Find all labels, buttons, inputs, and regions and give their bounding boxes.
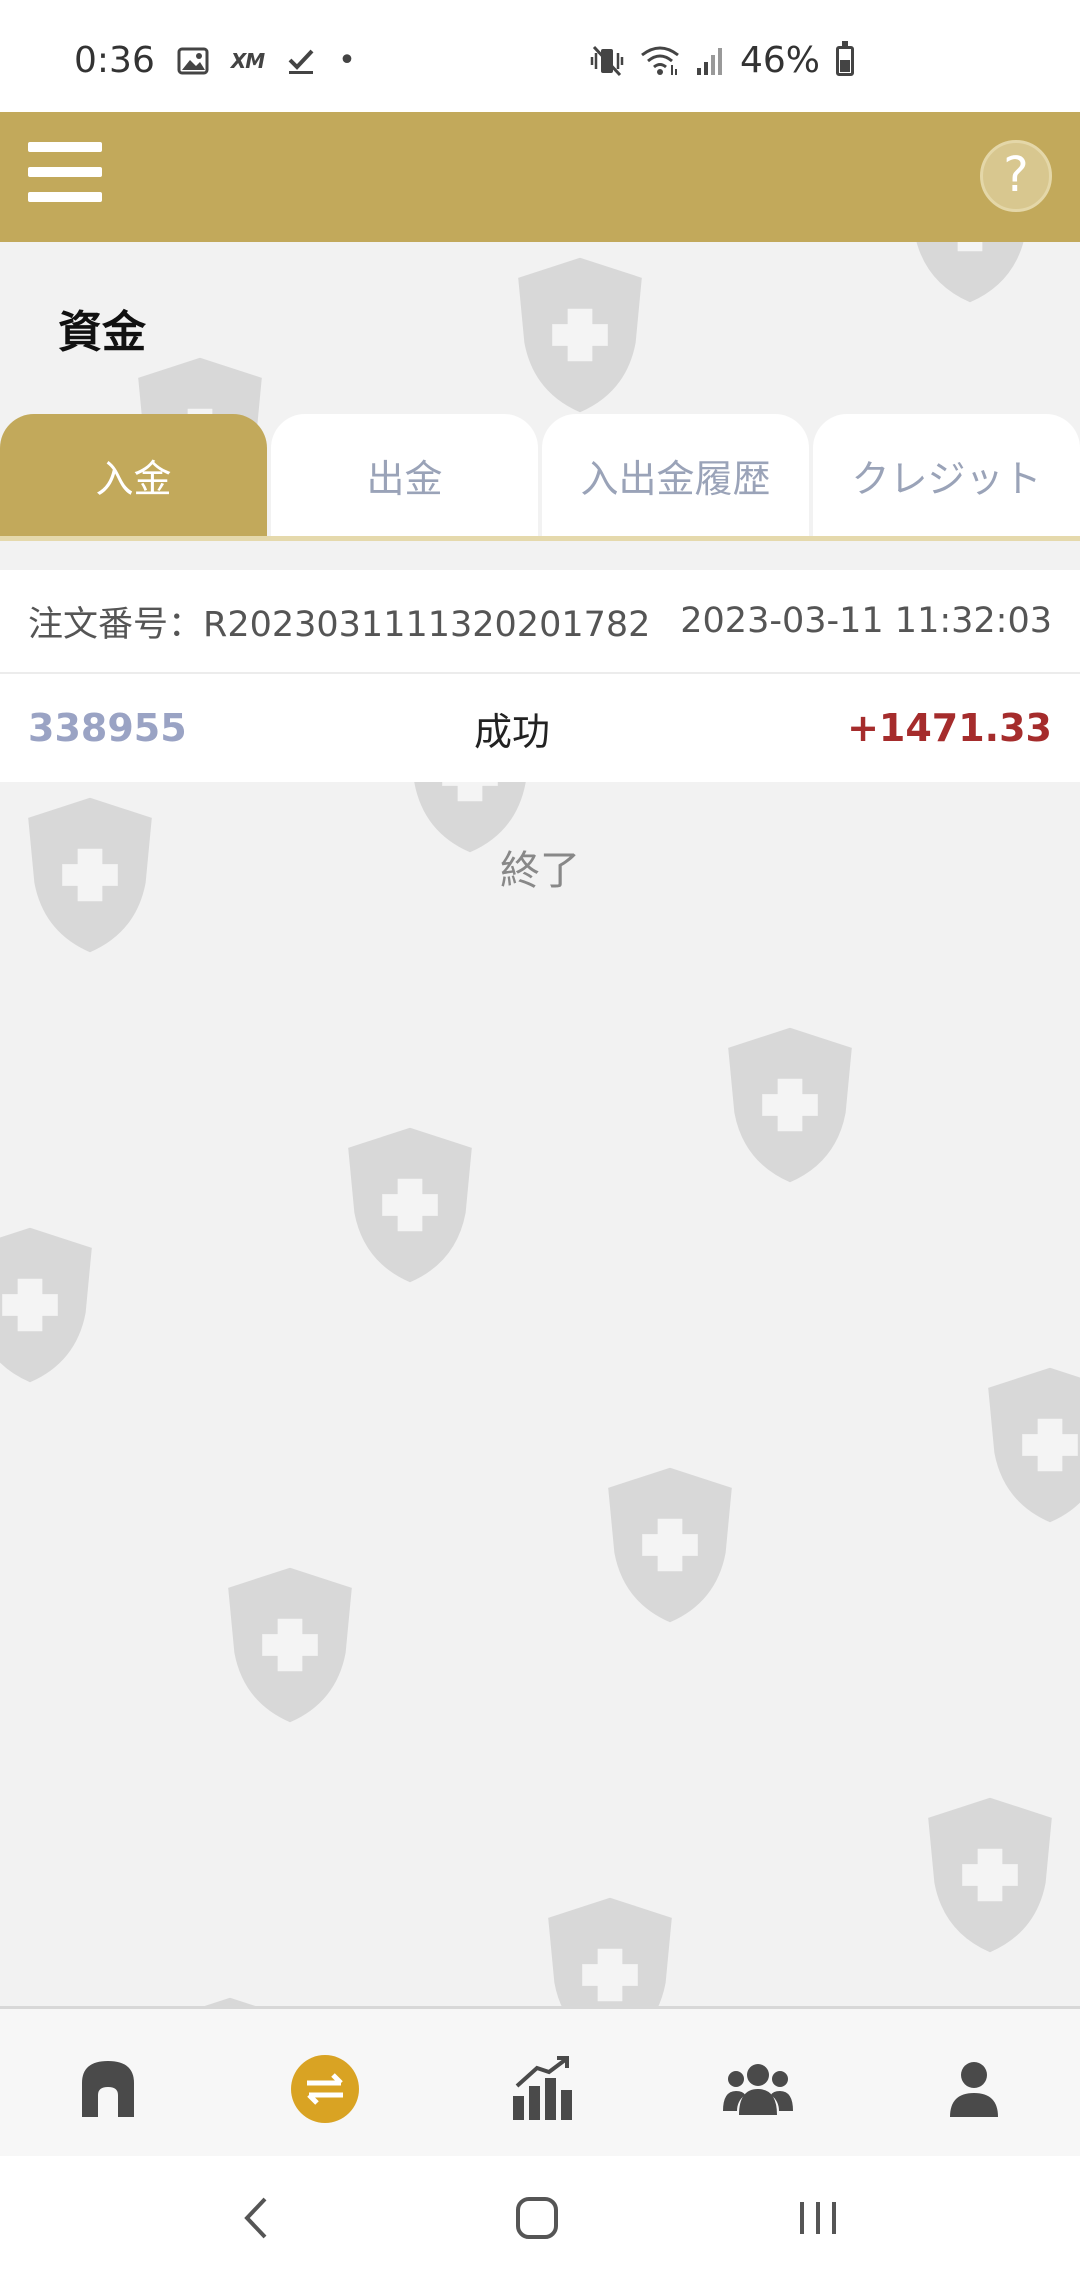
watermark-layer	[0, 0, 1080, 2280]
deposit-amount: +1471.33	[847, 706, 1052, 750]
status-right: 46%	[590, 40, 854, 81]
order-header-row: 注文番号：R2023031111320201782 2023-03-11 11:…	[0, 570, 1080, 674]
battery-percent: 46%	[739, 40, 820, 81]
help-button[interactable]: ?	[980, 140, 1052, 212]
image-notification-icon	[177, 47, 209, 75]
battery-icon	[836, 40, 854, 76]
status-time: 0:36	[74, 40, 155, 81]
end-of-list-label: 終了	[500, 848, 580, 894]
status-text: 成功	[474, 709, 551, 754]
shield-watermark-icon	[0, 1227, 92, 1383]
hamburger-icon[interactable]	[28, 142, 102, 202]
account-number: 338955	[28, 706, 187, 750]
profile-icon[interactable]	[934, 2049, 1014, 2129]
home-icon[interactable]	[68, 2049, 148, 2129]
order-detail-row: 338955 成功 +1471.33	[0, 674, 1080, 782]
bottom-nav	[0, 2006, 1080, 2156]
app-header: ?	[0, 112, 1080, 242]
status-bar: 0:36 XM • 46%	[0, 0, 1080, 112]
chart-icon[interactable]	[502, 2049, 582, 2129]
order-number: 注文番号：R2023031111320201782	[28, 604, 651, 645]
tab-underline	[0, 536, 1080, 541]
order-datetime: 2023-03-11 11:32:03	[680, 601, 1052, 641]
shield-watermark-icon	[518, 257, 642, 413]
tab-credit[interactable]: クレジット	[813, 414, 1080, 536]
shield-watermark-icon	[988, 1367, 1080, 1523]
shield-watermark-icon	[728, 1027, 852, 1183]
xm-app-icon: XM	[230, 48, 265, 73]
transfer-icon[interactable]	[285, 2049, 365, 2129]
back-icon[interactable]	[226, 2188, 286, 2248]
page-title: 資金	[58, 307, 146, 358]
home-nav-icon[interactable]	[507, 2188, 567, 2248]
tab-history[interactable]: 入出金履歴	[542, 414, 809, 536]
download-done-icon	[286, 46, 316, 76]
system-navigation-bar	[0, 2156, 1080, 2280]
vibrate-mute-icon	[590, 45, 624, 77]
wifi-icon	[640, 45, 680, 77]
shield-watermark-icon	[228, 1567, 352, 1723]
shield-watermark-icon	[348, 1127, 472, 1283]
order-card[interactable]: 注文番号：R2023031111320201782 2023-03-11 11:…	[0, 570, 1080, 782]
tab-withdraw[interactable]: 出金	[271, 414, 538, 536]
recent-apps-icon[interactable]	[788, 2188, 848, 2248]
signal-icon	[696, 46, 724, 76]
status-left: 0:36 XM •	[74, 40, 356, 81]
shield-watermark-icon	[928, 1797, 1052, 1953]
tab-deposit[interactable]: 入金	[0, 414, 267, 536]
community-icon[interactable]	[718, 2049, 798, 2129]
tab-bar: 入金 出金 入出金履歴 クレジット	[0, 414, 1080, 536]
shield-watermark-icon	[608, 1467, 732, 1623]
notification-dot-icon: •	[338, 43, 356, 78]
